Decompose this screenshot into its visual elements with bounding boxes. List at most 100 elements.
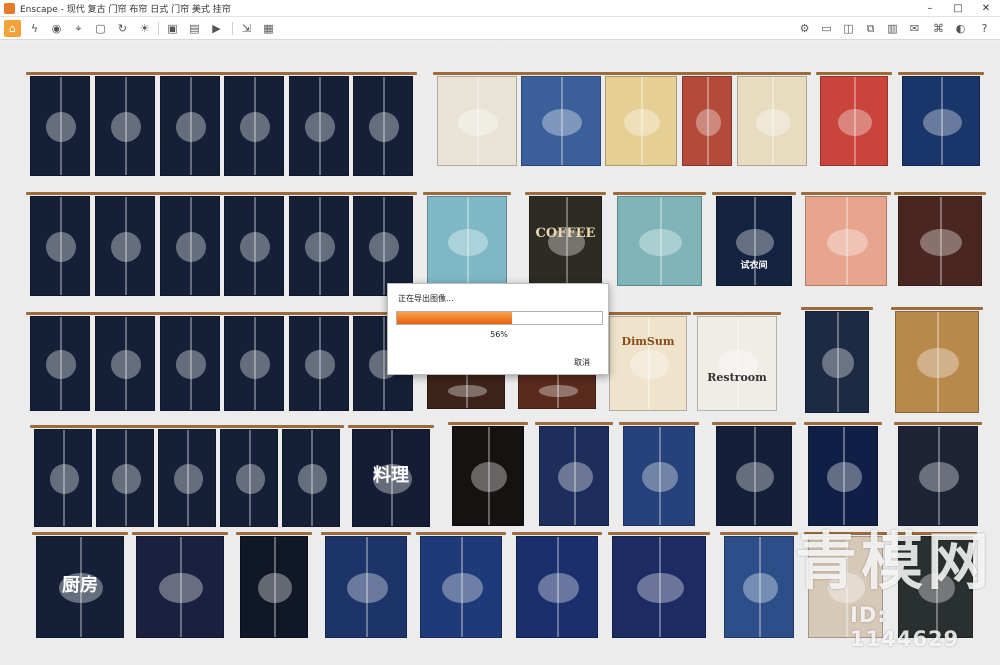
toolbar: ⌂ ϟ ◉ ⌖ ▢ ↻ ☀ ▣ ▤ ▶ ⇲ ▦ ⚙ ▭ ◫ ⧉ ▥ ✉ ⌘ ◐ …	[0, 17, 1000, 40]
curtain-motif	[346, 572, 388, 604]
curtain-motif	[557, 462, 593, 492]
progress-percent: 56%	[490, 330, 508, 339]
view-icon[interactable]: ◫	[840, 20, 857, 37]
window-title: Enscape - 现代 复古 门帘 布帘 日式 门帘 美式 挂帘	[20, 4, 231, 15]
rotate-icon[interactable]: ↻	[114, 20, 131, 37]
home-icon[interactable]: ⌂	[4, 20, 21, 37]
curtain-rod	[349, 72, 417, 75]
panorama-icon[interactable]: ◐	[952, 20, 969, 37]
curtain-rod	[285, 192, 353, 195]
curtain-rod	[91, 192, 159, 195]
title-bar: Enscape - 现代 复古 门帘 布帘 日式 门帘 美式 挂帘 – □ ✕	[0, 0, 1000, 17]
lightning-icon[interactable]: ϟ	[26, 20, 43, 37]
curtain-panel	[160, 316, 220, 411]
curtain-motif	[441, 572, 483, 604]
curtain-motif	[624, 108, 660, 136]
curtain-motif	[240, 112, 270, 142]
curtain-panel	[516, 536, 598, 638]
curtain-rod	[601, 72, 681, 75]
curtain-motif	[838, 108, 872, 136]
curtain-motif	[822, 347, 854, 379]
curtain-rod	[693, 312, 781, 315]
curtain-motif	[922, 108, 962, 136]
curtain-motif	[176, 350, 206, 379]
curtain-panel	[240, 536, 308, 638]
curtain-motif	[369, 112, 399, 142]
curtain-rod	[416, 532, 506, 535]
curtain-motif	[49, 464, 79, 494]
curtain-rod	[712, 422, 796, 425]
curtain-motif	[538, 385, 578, 397]
curtain-rod	[285, 72, 353, 75]
curtain-motif	[111, 232, 141, 262]
curtain-panel	[716, 426, 792, 526]
close-button[interactable]: ✕	[972, 0, 1000, 17]
curtain-panel	[289, 196, 349, 296]
asset-icon[interactable]: ▤	[186, 20, 203, 37]
chevron-up-icon[interactable]: ⌃	[494, 41, 502, 49]
curtain-rod	[26, 72, 94, 75]
batch-icon[interactable]: ▦	[260, 20, 277, 37]
restroom-text: Restroom	[707, 371, 767, 384]
render-icon[interactable]: ▣	[164, 20, 181, 37]
share-icon[interactable]: ⌘	[930, 20, 947, 37]
watermark: 青模网	[795, 525, 994, 598]
curtain-rod	[517, 72, 605, 75]
curtain-panel	[716, 196, 792, 286]
curtain-panel	[224, 76, 284, 176]
export-icon[interactable]: ⇲	[238, 20, 255, 37]
dimsum-text: DimSum	[621, 335, 675, 348]
curtain-rod	[285, 312, 353, 315]
curtain-rod	[220, 192, 288, 195]
curtain-rod	[278, 425, 344, 428]
curtain-rod	[512, 532, 602, 535]
feedback-icon[interactable]: ✉	[906, 20, 923, 37]
curtain-motif	[297, 464, 327, 494]
curtain-panel	[895, 311, 979, 413]
minimize-button[interactable]: –	[916, 0, 944, 17]
curtain-rod	[91, 312, 159, 315]
curtain-rod	[30, 425, 96, 428]
curtain-rod	[894, 192, 986, 195]
curtain-rod	[535, 422, 613, 425]
curtain-motif	[639, 228, 682, 256]
curtain-rod	[32, 532, 128, 535]
capture-icon[interactable]: ▭	[818, 20, 835, 37]
curtain-panel	[805, 196, 887, 286]
dialog-title: 正在导出图像...	[398, 294, 454, 303]
curtain-rod	[26, 312, 94, 315]
camera-icon[interactable]: ◉	[48, 20, 65, 37]
curtain-rod	[349, 192, 417, 195]
curtain-motif	[542, 108, 582, 136]
maximize-button[interactable]: □	[944, 0, 972, 17]
video-icon[interactable]: ▶	[208, 20, 225, 37]
curtain-motif	[826, 228, 868, 256]
curtain-panel	[820, 76, 888, 166]
watermark-id: ID: 1144629	[850, 603, 960, 651]
curtain-rod	[156, 72, 224, 75]
grid-icon[interactable]: ▥	[884, 20, 901, 37]
curtain-panel	[521, 76, 601, 166]
light-icon[interactable]: ☀	[136, 20, 153, 37]
cancel-button[interactable]: 取消	[574, 357, 590, 368]
curtain-motif	[176, 232, 206, 262]
curtain-motif	[636, 572, 684, 604]
curtain-panel	[539, 426, 609, 526]
curtain-rod	[448, 422, 528, 425]
curtain-motif	[111, 464, 141, 494]
curtain-motif	[46, 232, 76, 262]
box-icon[interactable]: ▢	[92, 20, 109, 37]
curtain-panel	[617, 196, 702, 286]
help-icon[interactable]: ?	[976, 20, 993, 37]
settings-icon[interactable]: ⚙	[796, 20, 813, 37]
vr-icon[interactable]: ⧉	[862, 20, 879, 37]
curtain-panel	[605, 76, 677, 166]
progress-bar	[396, 311, 603, 325]
curtain-panel	[420, 536, 502, 638]
curtain-motif	[458, 108, 498, 136]
curtain-rod	[156, 192, 224, 195]
pin-icon[interactable]: ⌖	[70, 20, 87, 37]
curtain-motif	[159, 572, 203, 604]
curtain-rod	[712, 192, 796, 195]
curtain-rod	[132, 532, 228, 535]
